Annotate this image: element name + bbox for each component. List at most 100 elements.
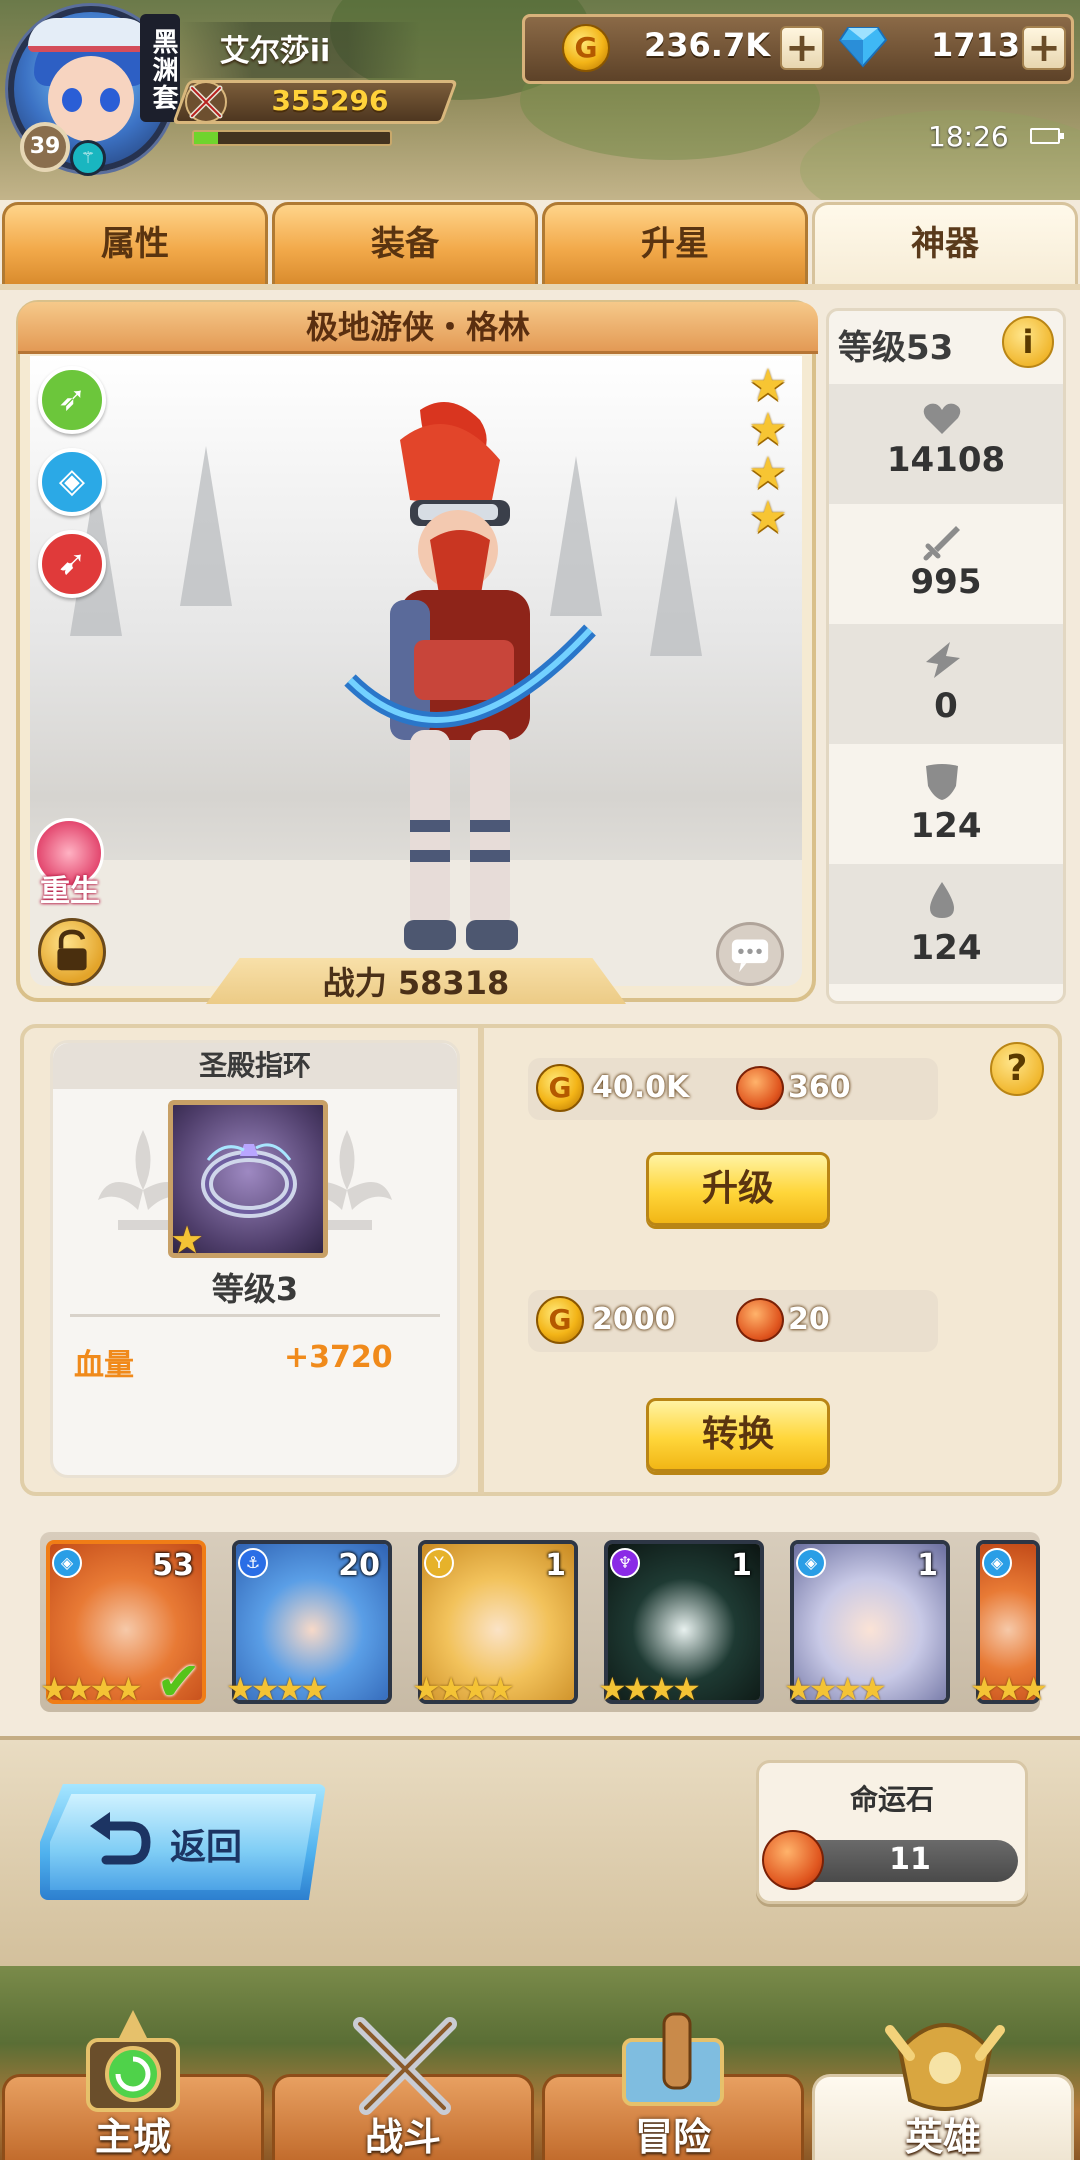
hero-star-icon: ★	[748, 404, 788, 455]
hero-level: 等级53	[838, 328, 954, 368]
tree	[650, 496, 702, 656]
avatar-eye	[62, 88, 82, 112]
player-level-badge: 39	[20, 122, 70, 172]
hero-star-icon: ★	[748, 360, 788, 411]
artifact-name: 圣殿指环	[53, 1043, 457, 1089]
tab-equipment[interactable]: 装备	[272, 202, 538, 286]
xp-bar-fill	[194, 132, 218, 144]
crit-icon	[926, 642, 960, 678]
divider	[70, 1314, 440, 1317]
gold-coin-icon: G	[562, 24, 610, 72]
castle-icon[interactable]	[68, 2010, 198, 2120]
upgrade-button[interactable]: 升级	[646, 1152, 830, 1226]
info-button[interactable]: i	[1002, 316, 1054, 368]
element-icon: ◈	[796, 1548, 826, 1578]
tree	[180, 446, 232, 606]
avatar-cap	[28, 18, 152, 52]
artifact-level: 等级3	[211, 1270, 299, 1308]
gold-amount: 236.7K	[643, 26, 770, 64]
convert-cost	[528, 1290, 938, 1352]
hero-name: 极地游侠・格林	[18, 302, 818, 354]
class-icon: ⚚	[70, 140, 106, 176]
hero-stars: ★★★★	[598, 1670, 701, 1708]
unlock-icon[interactable]	[38, 918, 106, 986]
tab-underline	[0, 284, 1080, 290]
hero-level: 1	[917, 1548, 938, 1583]
nav-main-city-label[interactable]: 主城	[2, 2106, 264, 2160]
element-icon: ◈	[52, 1548, 82, 1578]
fate-stone-title: 命运石	[849, 1783, 934, 1816]
add-gold-button[interactable]: +	[780, 26, 824, 70]
hero-star-icon: ★	[748, 492, 788, 543]
gem-amount: 1713	[930, 26, 1020, 64]
tab-attributes[interactable]: 属性	[2, 202, 268, 286]
element-icon: ⚓	[238, 1548, 268, 1578]
heart-icon	[923, 403, 961, 434]
convert-gold-cost: 2000	[592, 1302, 676, 1337]
hero-level: 1	[731, 1548, 752, 1583]
sword-icon	[923, 526, 960, 561]
hero-stars: ★★★★	[226, 1670, 329, 1708]
clock: 18:26	[928, 120, 1009, 153]
stat-armor-value: 124	[910, 806, 982, 846]
crossed-swords-icon[interactable]	[340, 2010, 470, 2120]
fate-stone-icon	[736, 1066, 784, 1110]
fate-stone-count: 11	[889, 1842, 931, 1877]
upgrade-gold-cost: 40.0K	[592, 1070, 690, 1105]
add-gems-button[interactable]: +	[1022, 26, 1066, 70]
stat-crit-value: 0	[934, 686, 958, 726]
nav-adventure-label[interactable]: 冒险	[542, 2106, 804, 2160]
hero-stars: ★★★★	[412, 1670, 515, 1708]
hero-helmet-icon[interactable]	[880, 2010, 1010, 2120]
bonus-stat-label: 血量	[74, 1348, 134, 1383]
nav-hero-label[interactable]: 英雄	[812, 2106, 1074, 2160]
map-scroll-icon[interactable]	[608, 2010, 738, 2120]
bow-skill-icon[interactable]: ➶	[38, 366, 106, 434]
shield-skill-icon[interactable]: ◈	[38, 448, 106, 516]
artifact-star-icon: ★	[170, 1218, 205, 1262]
element-icon: ♆	[610, 1548, 640, 1578]
xp-bar	[192, 130, 392, 146]
nav-battle-label[interactable]: 战斗	[272, 2106, 534, 2160]
tab-artifact[interactable]: 神器	[812, 202, 1078, 286]
avatar-eye	[100, 88, 120, 112]
fate-stone-icon	[736, 1298, 784, 1342]
back-label[interactable]: 返回	[170, 1818, 242, 1870]
hero-character[interactable]	[330, 400, 630, 960]
upgrade-ore-cost: 360	[788, 1070, 851, 1105]
crossed-swords-icon	[185, 81, 227, 123]
hero-level: 53	[152, 1548, 194, 1583]
element-icon: Y	[424, 1548, 454, 1578]
hero-stars: ★★★★	[40, 1670, 143, 1708]
tab-star-up[interactable]: 升星	[542, 202, 808, 286]
convert-ore-cost: 20	[788, 1302, 830, 1337]
resist-icon	[930, 882, 954, 918]
stat-resist-value: 124	[910, 928, 982, 968]
divider	[478, 1028, 484, 1494]
hero-level: 1	[545, 1548, 566, 1583]
stat-attack-value: 995	[910, 562, 982, 602]
back-arrow-icon[interactable]	[84, 1804, 154, 1876]
battery-icon	[1030, 128, 1064, 144]
hero-stars: ★★★★	[784, 1670, 887, 1708]
armor-icon	[926, 764, 958, 800]
help-button[interactable]: ?	[990, 1042, 1044, 1096]
ring-icon	[201, 1143, 297, 1218]
gold-coin-icon: G	[536, 1064, 584, 1112]
element-icon: ◈	[982, 1548, 1012, 1578]
upgrade-cost	[528, 1058, 938, 1120]
selected-check-icon: ✔	[156, 1650, 202, 1713]
hero-stars: ★★★	[970, 1670, 1048, 1708]
gold-coin-icon: G	[536, 1296, 584, 1344]
rocket-skill-icon[interactable]: ➹	[38, 530, 106, 598]
player-power: 355296	[271, 84, 389, 117]
diamond-icon	[838, 27, 888, 68]
hero-level: 20	[338, 1548, 380, 1583]
guild-tag: 黑渊套	[140, 14, 180, 122]
bonus-stat-value: +3720	[284, 1340, 393, 1375]
convert-button[interactable]: 转换	[646, 1398, 830, 1472]
player-name: 艾尔莎ii	[219, 34, 331, 69]
chat-icon[interactable]	[716, 922, 784, 986]
rebirth-label[interactable]: 重生	[30, 866, 110, 910]
stat-hp-value: 14108	[886, 440, 1006, 480]
